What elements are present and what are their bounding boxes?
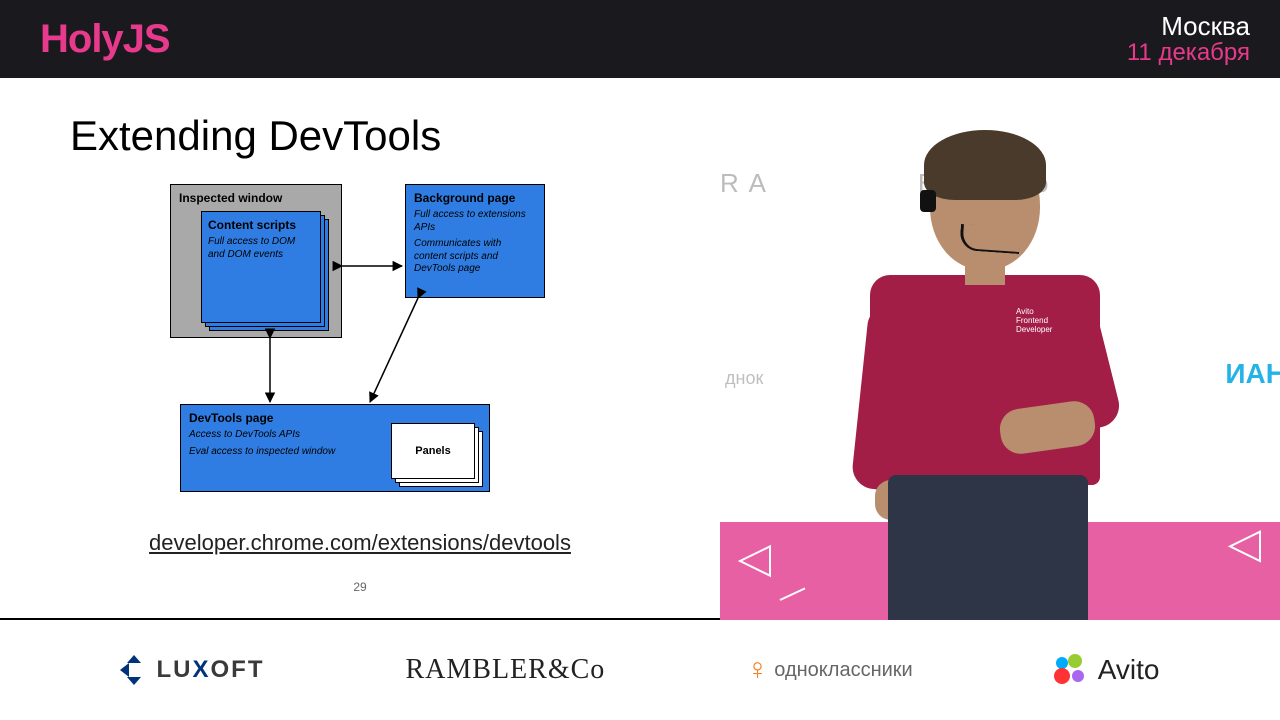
content-scripts-body: Full access to DOM and DOM events	[208, 236, 314, 261]
conference-info: Москва 11 декабря	[1127, 12, 1250, 67]
city-label: Москва	[1127, 12, 1250, 41]
sponsor-bar: LUXOFT RAMBLER&Co ♀ одноклассники Avito	[0, 620, 1280, 720]
box-body: Full access to extensions APIs	[414, 209, 536, 234]
slide-number: 29	[0, 580, 720, 594]
sponsor-rambler: RAMBLER&Co	[405, 654, 605, 686]
speaker-silhouette: Avito Frontend Developer	[800, 130, 1140, 620]
avito-text: Avito	[1098, 654, 1160, 686]
date-label: 11 декабря	[1127, 40, 1250, 66]
conference-logo: HolyJS	[40, 17, 170, 62]
slide-title: Extending DevTools	[0, 78, 720, 160]
ok-icon: ♀	[746, 653, 766, 687]
sponsor-luxoft: LUXOFT	[120, 655, 264, 685]
ok-text: одноклассники	[774, 659, 912, 682]
stage-backdrop-text: ИАН	[1225, 358, 1280, 390]
background-page-box: Background page Full access to extension…	[405, 184, 545, 298]
architecture-diagram: Inspected window Content scripts Full ac…	[170, 184, 590, 504]
panels-label: Panels	[415, 445, 450, 457]
presentation-slide: Extending DevTools Inspected window Cont…	[0, 78, 720, 618]
devtools-page-box: DevTools page Access to DevTools APIs Ev…	[180, 404, 490, 492]
inspected-window-box: Inspected window Content scripts Full ac…	[170, 184, 342, 338]
content-scripts-title: Content scripts	[208, 218, 314, 232]
box-label: Background page	[414, 191, 536, 205]
sponsor-odnoklassniki: ♀ одноклассники	[746, 653, 912, 687]
tshirt-badge: Avito Frontend Developer	[1016, 308, 1052, 334]
speaker-camera: R ABLER&Co днок ИАН Avito Frontend	[720, 78, 1280, 620]
box-body: Communicates with content scripts and De…	[414, 238, 536, 276]
luxoft-icon	[120, 655, 148, 685]
box-label: Inspected window	[179, 191, 333, 205]
avito-icon	[1054, 654, 1090, 686]
luxoft-text: LU	[156, 656, 192, 683]
stage-backdrop-text: днок	[725, 368, 763, 389]
reference-link[interactable]: developer.chrome.com/extensions/devtools	[0, 530, 720, 556]
sponsor-avito: Avito	[1054, 654, 1160, 686]
conference-header: HolyJS Москва 11 декабря	[0, 0, 1280, 78]
